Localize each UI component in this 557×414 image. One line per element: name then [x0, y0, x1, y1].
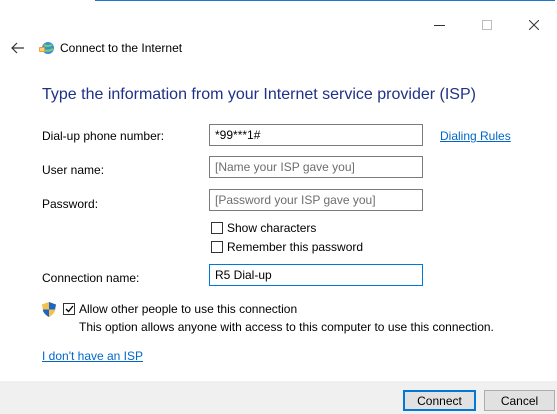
- minimize-button[interactable]: [416, 11, 463, 39]
- dialing-rules-link[interactable]: Dialing Rules: [440, 129, 511, 143]
- allow-others-checkbox[interactable]: Allow other people to use this connectio…: [63, 302, 297, 316]
- page-heading: Type the information from your Internet …: [42, 86, 476, 103]
- remember-password-label: Remember this password: [227, 240, 364, 254]
- show-characters-box[interactable]: [211, 222, 223, 234]
- close-icon: [528, 20, 539, 30]
- show-characters-checkbox[interactable]: Show characters: [211, 221, 316, 235]
- window-top-border: [95, 0, 555, 1]
- window-title: Connect to the Internet: [60, 41, 183, 55]
- network-globe-icon: [39, 42, 54, 54]
- password-field[interactable]: [209, 189, 423, 211]
- remember-password-checkbox[interactable]: Remember this password: [211, 240, 363, 254]
- remember-password-box[interactable]: [211, 241, 223, 253]
- phone-number-label: Dial-up phone number:: [42, 129, 165, 143]
- maximize-icon: [481, 20, 492, 30]
- back-arrow-icon: [11, 42, 24, 54]
- window-controls: [416, 11, 557, 39]
- allow-others-label: Allow other people to use this connectio…: [79, 302, 298, 316]
- username-field[interactable]: [209, 156, 423, 178]
- cancel-button[interactable]: Cancel: [484, 390, 555, 411]
- password-label: Password:: [42, 197, 99, 211]
- no-isp-link[interactable]: I don't have an ISP: [42, 349, 143, 363]
- show-characters-label: Show characters: [227, 221, 317, 235]
- minimize-icon: [434, 24, 445, 26]
- close-button[interactable]: [510, 11, 557, 39]
- checkmark-icon: [65, 305, 74, 313]
- connect-button[interactable]: Connect: [403, 390, 476, 411]
- back-button[interactable]: [9, 39, 27, 57]
- allow-others-box[interactable]: [63, 303, 75, 315]
- connection-name-field[interactable]: [209, 264, 423, 286]
- maximize-button: [463, 11, 510, 39]
- connection-name-label: Connection name:: [42, 271, 140, 285]
- username-label: User name:: [42, 163, 105, 177]
- uac-shield-icon: [42, 302, 56, 317]
- allow-others-description: This option allows anyone with access to…: [79, 320, 494, 334]
- phone-number-field[interactable]: [209, 124, 423, 146]
